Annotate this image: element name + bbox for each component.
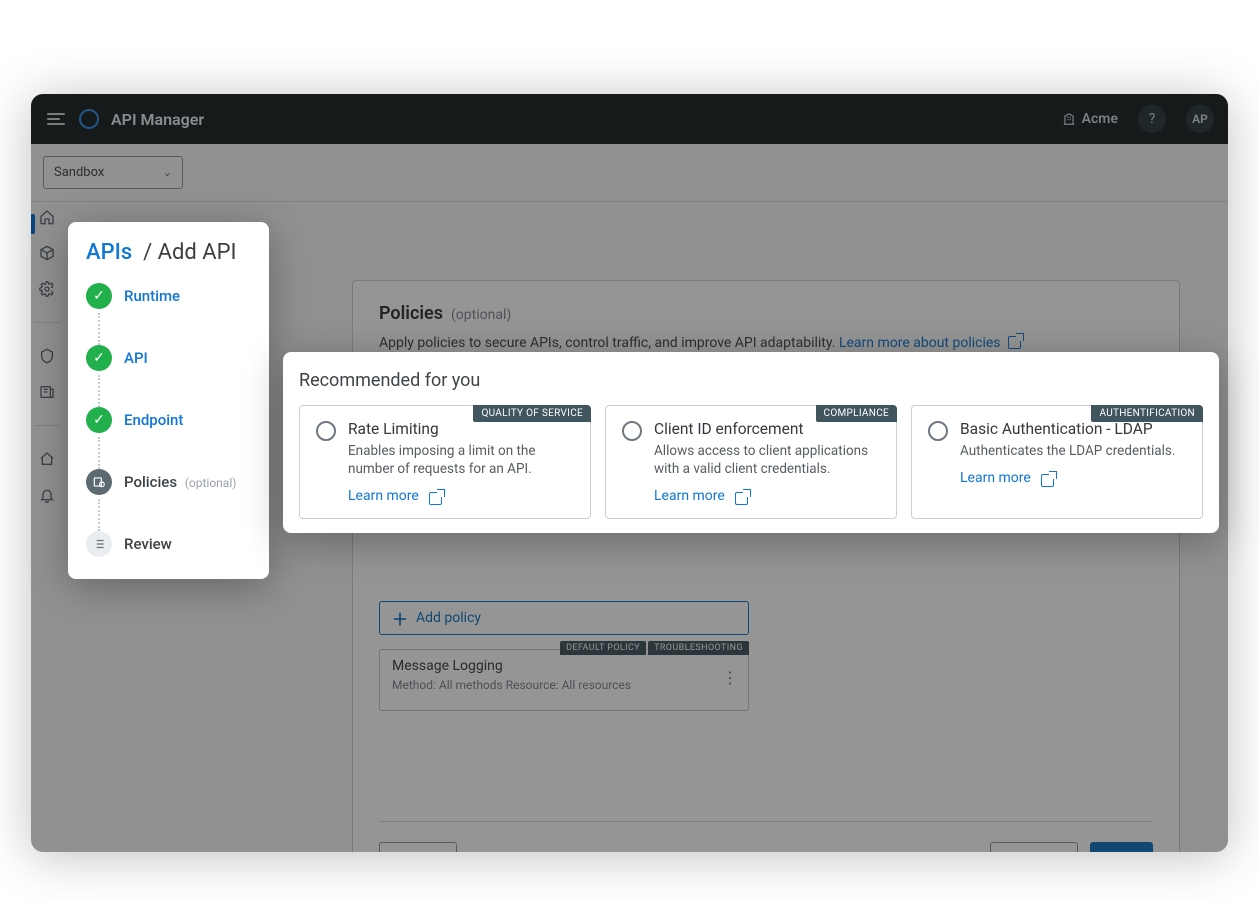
list-icon xyxy=(86,531,112,557)
card-badge: AUTHENTIFICATION xyxy=(1091,405,1203,422)
step-connector xyxy=(98,499,100,531)
card-desc: Enables imposing a limit on the number o… xyxy=(348,442,574,478)
card-learn-more[interactable]: Learn more xyxy=(348,488,574,504)
check-icon: ✓ xyxy=(86,407,112,433)
recommended-popover: Recommended for you QUALITY OF SERVICE R… xyxy=(283,352,1219,533)
recommended-card-basic-auth-ldap[interactable]: AUTHENTIFICATION Basic Authentication - … xyxy=(911,405,1203,519)
external-link-icon xyxy=(1041,474,1054,487)
wizard-steps-popover: APIs / Add API ✓ Runtime ✓ API ✓ Endpoin… xyxy=(68,222,269,579)
breadcrumb-root[interactable]: APIs xyxy=(86,240,132,265)
recommended-card-rate-limiting[interactable]: QUALITY OF SERVICE Rate Limiting Enables… xyxy=(299,405,591,519)
check-icon: ✓ xyxy=(86,345,112,371)
recommended-card-client-id[interactable]: COMPLIANCE Client ID enforcement Allows … xyxy=(605,405,897,519)
wizard-step-api[interactable]: ✓ API xyxy=(86,345,251,371)
card-desc: Authenticates the LDAP credentials. xyxy=(960,442,1175,460)
radio-icon[interactable] xyxy=(316,421,336,441)
radio-icon[interactable] xyxy=(622,421,642,441)
wizard-step-endpoint[interactable]: ✓ Endpoint xyxy=(86,407,251,433)
breadcrumb: APIs / Add API xyxy=(86,240,251,265)
card-badge: QUALITY OF SERVICE xyxy=(473,405,591,422)
step-connector xyxy=(98,437,100,469)
external-link-icon xyxy=(429,492,442,505)
wizard-step-review[interactable]: Review xyxy=(86,531,251,557)
external-link-icon xyxy=(735,492,748,505)
card-desc: Allows access to client applications wit… xyxy=(654,442,880,478)
wizard-step-runtime[interactable]: ✓ Runtime xyxy=(86,283,251,309)
step-connector xyxy=(98,375,100,407)
card-name: Basic Authentication - LDAP xyxy=(960,420,1175,438)
card-badge: COMPLIANCE xyxy=(816,405,897,422)
card-learn-more[interactable]: Learn more xyxy=(654,488,880,504)
wizard-step-policies[interactable]: Policies (optional) xyxy=(86,469,251,495)
card-name: Client ID enforcement xyxy=(654,420,880,438)
recommended-title: Recommended for you xyxy=(299,370,1203,391)
check-icon: ✓ xyxy=(86,283,112,309)
card-name: Rate Limiting xyxy=(348,420,574,438)
radio-icon[interactable] xyxy=(928,421,948,441)
card-learn-more[interactable]: Learn more xyxy=(960,470,1175,486)
step-connector xyxy=(98,313,100,345)
policy-icon xyxy=(86,469,112,495)
breadcrumb-current: Add API xyxy=(158,240,237,265)
